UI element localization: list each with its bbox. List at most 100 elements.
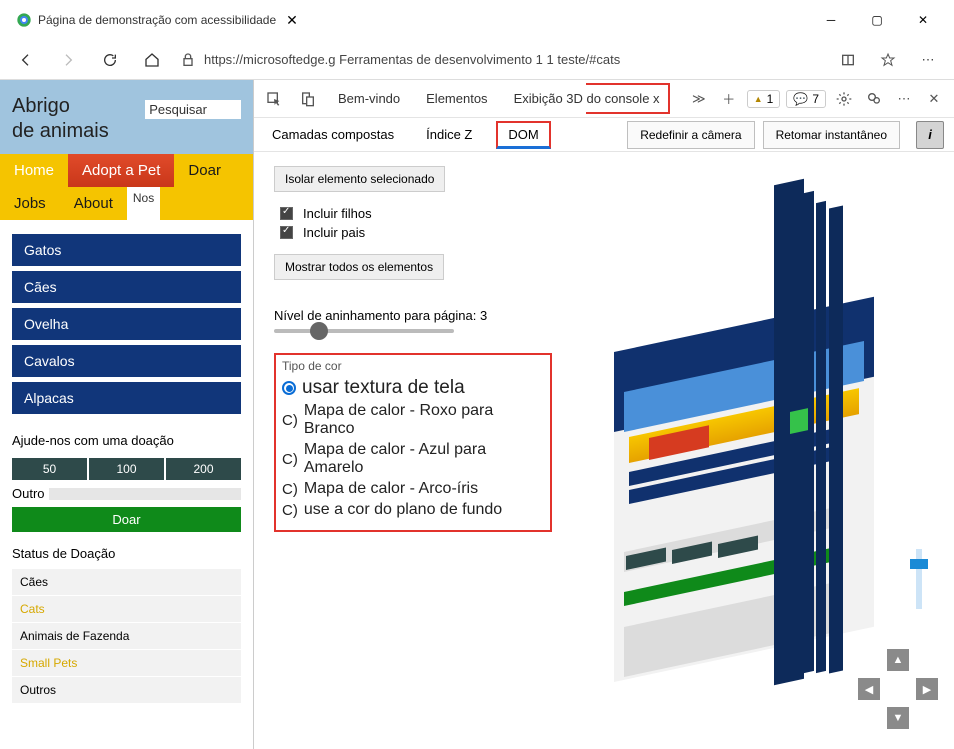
- donation-status: Status de Doação Cães Cats Animais de Fa…: [0, 532, 253, 704]
- status-smallpets[interactable]: Small Pets: [12, 650, 241, 677]
- zoom-slider[interactable]: [916, 549, 922, 609]
- favorite-icon[interactable]: [874, 46, 902, 74]
- settings-icon[interactable]: [832, 87, 856, 111]
- reset-camera-button[interactable]: Redefinir a câmera: [627, 121, 754, 149]
- address-bar[interactable]: https://microsoftedge.g Ferramentas de d…: [180, 52, 820, 68]
- lock-icon: [180, 52, 196, 68]
- refresh-button[interactable]: [96, 46, 124, 74]
- retake-snapshot-button[interactable]: Retomar instantâneo: [763, 121, 900, 149]
- animal-ovelha[interactable]: Ovelha: [12, 308, 241, 340]
- amount-50[interactable]: 50: [12, 458, 87, 480]
- edge-favicon: [16, 12, 32, 28]
- animal-list: Gatos Cães Ovelha Cavalos Alpacas: [0, 220, 253, 414]
- feedback-icon[interactable]: [862, 87, 886, 111]
- browser-toolbar: https://microsoftedge.g Ferramentas de d…: [0, 40, 954, 80]
- webpage-panel: Abrigo de animais Pesquisar Home Adopt a…: [0, 80, 254, 749]
- reader-icon[interactable]: [834, 46, 862, 74]
- tab-close-icon[interactable]: ✕: [282, 12, 302, 29]
- radio-background-label[interactable]: use a cor do plano de fundo: [304, 501, 502, 519]
- device-icon[interactable]: [296, 87, 320, 111]
- animal-alpacas[interactable]: Alpacas: [12, 382, 241, 414]
- status-heading: Status de Doação: [12, 546, 241, 561]
- radio-screen-texture[interactable]: [282, 381, 296, 395]
- nav-about[interactable]: About: [60, 187, 127, 220]
- subtab-composited[interactable]: Camadas compostas: [264, 121, 402, 148]
- tab-welcome[interactable]: Bem-vindo: [330, 85, 408, 112]
- devtools-more-icon[interactable]: ⋯: [892, 87, 916, 111]
- include-children-checkbox[interactable]: [280, 207, 293, 220]
- donate-heading: Ajude-nos com uma doação: [12, 433, 241, 448]
- nav-nos[interactable]: Nos: [127, 187, 160, 220]
- pan-right[interactable]: ▶: [916, 678, 938, 700]
- 3d-view[interactable]: ▲ ▼ ◀ ▶: [554, 152, 954, 749]
- nav-adopt[interactable]: Adopt a Pet: [68, 154, 174, 187]
- url-text: https://microsoftedge.g Ferramentas de d…: [204, 52, 620, 67]
- nav-home[interactable]: Home: [0, 154, 68, 187]
- tab-title: Página de demonstração com acessibilidad…: [38, 13, 276, 27]
- radio-purple-white-label[interactable]: Mapa de calor - Roxo para Branco: [304, 402, 544, 438]
- other-label: Outro: [12, 486, 45, 501]
- subtab-zindex[interactable]: Índice Z: [418, 121, 480, 148]
- add-tab-icon[interactable]: ＋: [717, 87, 741, 111]
- page-title-line2: de animais: [12, 120, 109, 142]
- donate-section: Ajude-nos com uma doação 50 100 200 Outr…: [0, 419, 253, 532]
- status-outros[interactable]: Outros: [12, 677, 241, 704]
- animal-cavalos[interactable]: Cavalos: [12, 345, 241, 377]
- nesting-slider[interactable]: [274, 329, 454, 333]
- amount-100[interactable]: 100: [89, 458, 164, 480]
- tab-3d-console[interactable]: Exibição 3D do console x: [506, 85, 668, 112]
- inspect-icon[interactable]: [262, 87, 286, 111]
- status-fazenda[interactable]: Animais de Fazenda: [12, 623, 241, 650]
- forward-button: [54, 46, 82, 74]
- page-title-line1: Abrigo: [12, 95, 70, 117]
- zoom-thumb[interactable]: [910, 559, 928, 569]
- main-nav: Home Adopt a Pet Doar Jobs About Nos: [0, 154, 253, 220]
- animal-gatos[interactable]: Gatos: [12, 234, 241, 266]
- pan-left[interactable]: ◀: [858, 678, 880, 700]
- dom-controls: Isolar elemento selecionado Incluir filh…: [254, 152, 554, 749]
- more-icon[interactable]: ⋯: [914, 46, 942, 74]
- more-tabs-icon[interactable]: ≫: [687, 87, 711, 111]
- slider-thumb[interactable]: [310, 322, 328, 340]
- show-all-button[interactable]: Mostrar todos os elementos: [274, 254, 444, 280]
- window-close[interactable]: ✕: [900, 4, 946, 36]
- pan-control: ▲ ▼ ◀ ▶: [858, 649, 938, 729]
- radio-rainbow-label[interactable]: Mapa de calor - Arco-íris: [304, 480, 478, 498]
- pan-down[interactable]: ▼: [887, 707, 909, 729]
- page-header: Abrigo de animais Pesquisar: [0, 80, 253, 154]
- color-type-group: Tipo de cor usar textura de tela C) Mapa…: [274, 353, 552, 532]
- home-button[interactable]: [138, 46, 166, 74]
- include-children-label: Incluir filhos: [303, 206, 372, 221]
- nesting-label: Nível de aninhamento para página: 3: [274, 308, 540, 323]
- window-minimize[interactable]: ─: [808, 4, 854, 36]
- donate-button[interactable]: Doar: [12, 507, 241, 532]
- devtools-close-icon[interactable]: ✕: [922, 87, 946, 111]
- other-input[interactable]: [49, 488, 241, 500]
- nav-doar[interactable]: Doar: [174, 154, 235, 187]
- status-caes[interactable]: Cães: [12, 569, 241, 596]
- animal-caes[interactable]: Cães: [12, 271, 241, 303]
- pan-up[interactable]: ▲: [887, 649, 909, 671]
- search-label[interactable]: Pesquisar: [145, 100, 241, 119]
- isolate-button[interactable]: Isolar elemento selecionado: [274, 166, 445, 192]
- include-parents-checkbox[interactable]: [280, 226, 293, 239]
- amount-200[interactable]: 200: [166, 458, 241, 480]
- devtools-top-tabs: Bem-vindo Elementos Exibição 3D do conso…: [254, 80, 954, 118]
- back-button[interactable]: [12, 46, 40, 74]
- color-type-legend: Tipo de cor: [282, 359, 544, 373]
- devtools-panel: Bem-vindo Elementos Exibição 3D do conso…: [254, 80, 954, 749]
- radio-blue-yellow-label[interactable]: Mapa de calor - Azul para Amarelo: [304, 441, 544, 477]
- messages-badge[interactable]: 💬7: [786, 90, 826, 108]
- window-titlebar: Página de demonstração com acessibilidad…: [0, 0, 954, 40]
- radio-screen-texture-label: usar textura de tela: [302, 377, 465, 399]
- devtools-sub-tabs: Camadas compostas Índice Z DOM Redefinir…: [254, 118, 954, 152]
- status-cats[interactable]: Cats: [12, 596, 241, 623]
- subtab-dom[interactable]: DOM: [496, 121, 550, 149]
- nav-jobs[interactable]: Jobs: [0, 187, 60, 220]
- tab-elements[interactable]: Elementos: [418, 85, 495, 112]
- warnings-badge[interactable]: ▲1: [747, 90, 781, 108]
- info-button[interactable]: i: [916, 121, 944, 149]
- include-parents-label: Incluir pais: [303, 225, 365, 240]
- window-maximize[interactable]: ▢: [854, 4, 900, 36]
- browser-tab[interactable]: Página de demonstração com acessibilidad…: [8, 8, 310, 33]
